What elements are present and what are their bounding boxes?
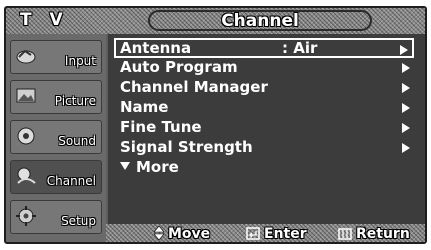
chevron-right-icon <box>402 63 410 73</box>
sidebar-item-picture[interactable]: Picture <box>10 80 102 114</box>
menu-item-label: Antenna <box>120 39 192 57</box>
tv-menu-window: T V Channel Input Picture Sound Channel … <box>4 6 427 244</box>
sidebar-item-sound[interactable]: Sound <box>10 120 102 154</box>
menu-item-label: Name <box>120 98 169 116</box>
tv-label: T V <box>20 10 69 30</box>
menu-item-channel-manager[interactable]: Channel Manager <box>114 78 414 98</box>
menu-item-label: Auto Program <box>120 58 238 76</box>
bottom-bar: Move Enter Return <box>106 224 425 242</box>
input-icon <box>16 49 36 64</box>
menu-item-name[interactable]: Name <box>114 98 414 118</box>
menu-item-label: More <box>136 158 179 176</box>
menu-item-antenna[interactable]: Antenna : Air <box>114 38 414 58</box>
channel-icon <box>17 167 36 184</box>
return-label: Return <box>356 226 410 242</box>
enter-hint: Enter <box>246 226 307 242</box>
menu-item-auto-program[interactable]: Auto Program <box>114 58 414 78</box>
chevron-right-icon <box>400 45 408 55</box>
sound-icon <box>17 127 35 145</box>
menu-list: Antenna : Air Auto Program Channel Manag… <box>108 34 425 224</box>
move-hint: Move <box>154 226 210 242</box>
sidebar-item-label: Channel <box>46 174 96 188</box>
sidebar-item-channel[interactable]: Channel <box>10 160 102 194</box>
picture-icon <box>16 88 36 103</box>
return-hint: Return <box>338 226 410 242</box>
chevron-right-icon <box>402 123 410 133</box>
menu-item-more[interactable]: More <box>114 158 414 178</box>
menu-item-fine-tune[interactable]: Fine Tune <box>114 118 414 138</box>
enter-label: Enter <box>264 226 307 242</box>
sidebar-item-input[interactable]: Input <box>10 40 102 74</box>
return-icon <box>338 228 352 240</box>
chevron-right-icon <box>402 143 410 153</box>
antenna-value: : Air <box>282 39 318 57</box>
move-label: Move <box>168 226 211 242</box>
title-bar: T V Channel <box>6 8 425 34</box>
up-down-arrows-icon <box>154 226 164 240</box>
enter-icon <box>246 227 260 240</box>
chevron-right-icon <box>402 103 410 113</box>
sidebar-item-label: Picture <box>54 94 96 108</box>
chevron-down-icon <box>120 162 130 170</box>
menu-item-label: Channel Manager <box>120 78 268 96</box>
setup-icon <box>16 206 36 226</box>
chevron-right-icon <box>402 83 410 93</box>
sidebar: Input Picture Sound Channel Setup <box>6 34 106 242</box>
sidebar-item-label: Input <box>64 54 96 68</box>
menu-item-label: Fine Tune <box>120 118 202 136</box>
sidebar-item-label: Setup <box>61 214 96 228</box>
sidebar-item-label: Sound <box>58 134 96 148</box>
menu-title: Channel <box>221 11 299 31</box>
sidebar-item-setup[interactable]: Setup <box>10 200 102 234</box>
title-pill: Channel <box>148 10 372 31</box>
menu-item-signal-strength[interactable]: Signal Strength <box>114 138 414 158</box>
menu-item-label: Signal Strength <box>120 138 253 156</box>
